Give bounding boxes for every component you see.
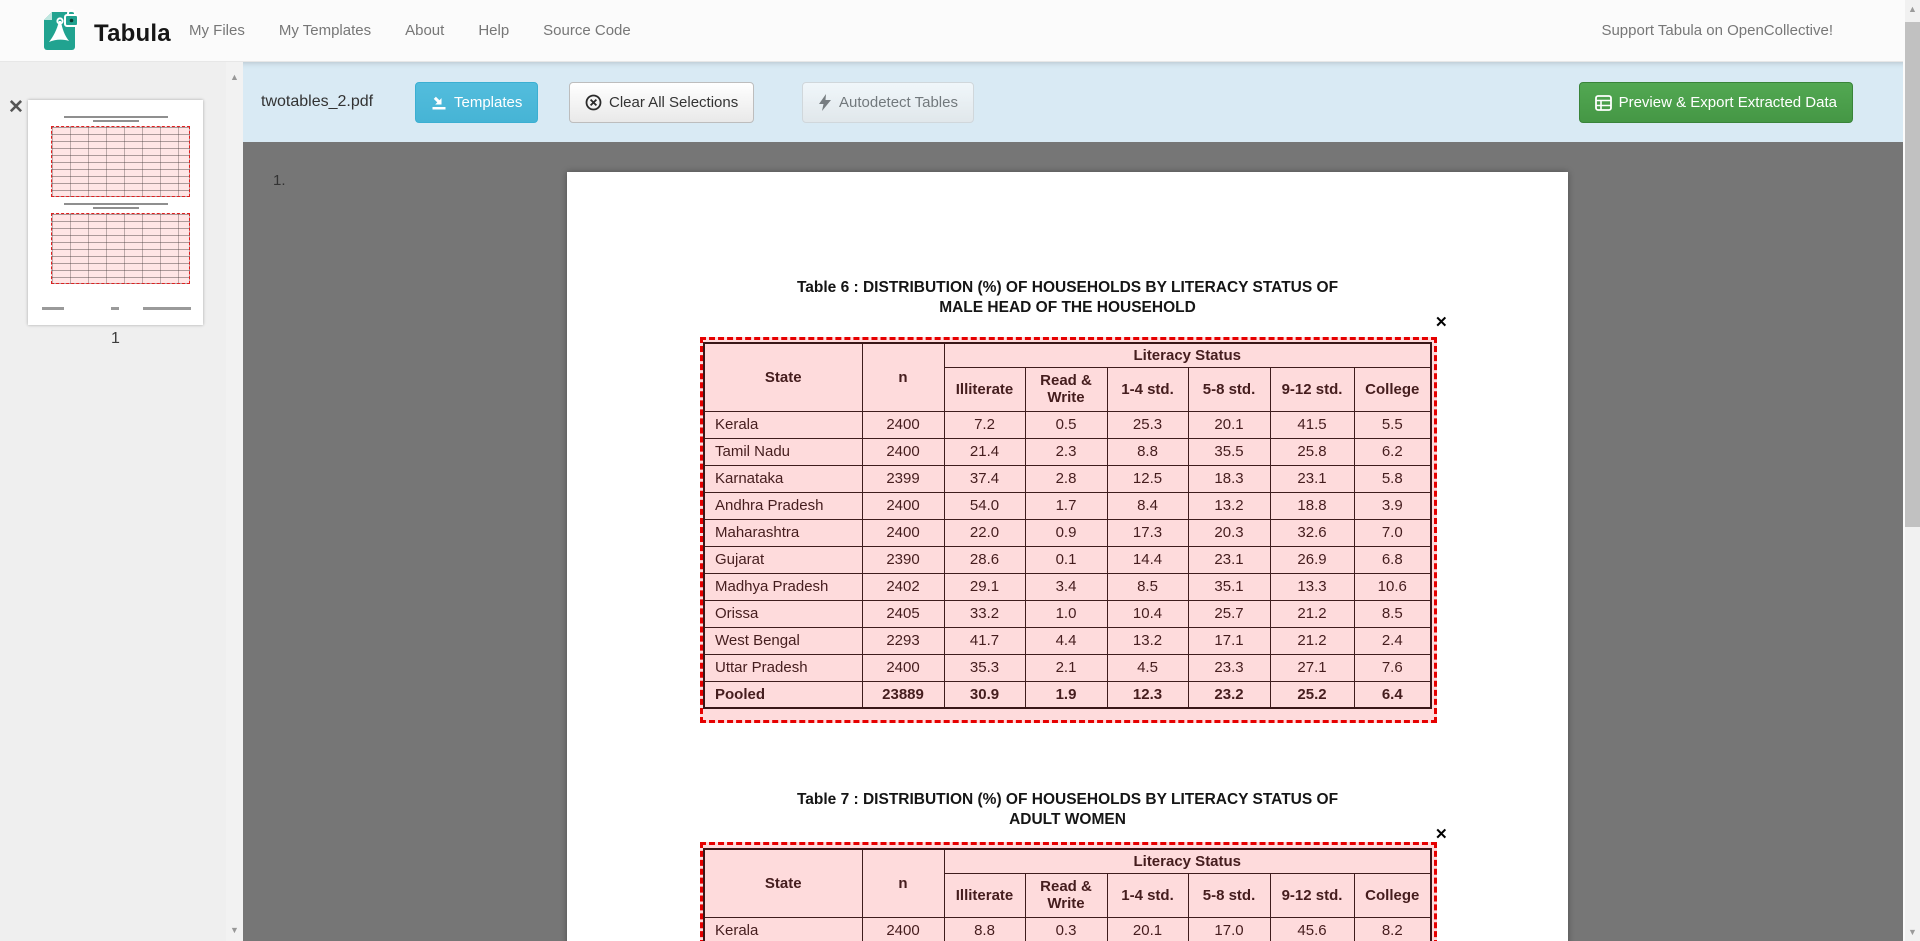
remove-page-icon[interactable]: ✕	[8, 98, 24, 117]
sidebar-scrollbar[interactable]: ▲ ▼	[226, 62, 243, 941]
page-number-marker: 1.	[273, 172, 286, 189]
pdf-viewer: 1. Table 6 : DISTRIBUTION (%) OF HOUSEHO…	[243, 142, 1903, 941]
scroll-down-icon[interactable]: ▼	[1905, 927, 1920, 937]
clear-all-selections-button[interactable]: Clear All Selections	[569, 82, 754, 123]
mini-footer-text	[111, 307, 119, 310]
templates-button[interactable]: Templates	[415, 82, 538, 123]
selection-box-table7[interactable]	[700, 842, 1437, 941]
window-scrollbar[interactable]: ▲ ▼	[1903, 0, 1920, 941]
selection-box-table6[interactable]	[700, 337, 1437, 723]
preview-export-button[interactable]: Preview & Export Extracted Data	[1579, 82, 1853, 123]
selection1-close-icon[interactable]: ✕	[1435, 315, 1448, 330]
pdf-page[interactable]: Table 6 : DISTRIBUTION (%) OF HOUSEHOLDS…	[567, 172, 1568, 941]
thumbnail-page-number: 1	[28, 330, 203, 348]
scroll-down-icon[interactable]: ▼	[226, 925, 243, 935]
autodetect-tables-label: Autodetect Tables	[839, 94, 958, 111]
selection2-close-icon[interactable]: ✕	[1435, 827, 1448, 842]
navbar: Tabula My Files My Templates About Help …	[0, 0, 1920, 62]
scrollbar-thumb[interactable]	[1905, 22, 1920, 527]
lightning-icon	[818, 94, 832, 111]
toolbar: twotables_2.pdf Templates	[243, 62, 1903, 142]
app-body: ✕ 1 ▲ ▼ twotables_2.pdf	[0, 62, 1920, 941]
content-area: twotables_2.pdf Templates	[243, 62, 1903, 941]
scroll-up-icon[interactable]: ▲	[226, 72, 243, 82]
save-template-icon	[431, 95, 447, 111]
table7-title: Table 7 : DISTRIBUTION (%) OF HOUSEHOLDS…	[567, 790, 1568, 830]
clear-all-selections-label: Clear All Selections	[609, 94, 738, 111]
brand-title: Tabula	[94, 20, 171, 48]
mini-footer-text	[143, 307, 191, 310]
scroll-up-icon[interactable]: ▲	[1905, 4, 1920, 14]
remove-circle-icon	[585, 94, 602, 111]
nav-help[interactable]: Help	[461, 0, 526, 62]
preview-export-label: Preview & Export Extracted Data	[1619, 94, 1837, 111]
table-list-icon	[1595, 95, 1612, 111]
mini-table-title	[28, 116, 203, 122]
mini-selection-box	[51, 126, 190, 197]
main-nav: My Files My Templates About Help Source …	[172, 0, 648, 62]
support-link[interactable]: Support Tabula on OpenCollective!	[1601, 0, 1833, 62]
mini-selection-box	[51, 213, 190, 284]
pdf-filename: twotables_2.pdf	[261, 62, 373, 142]
nav-about[interactable]: About	[388, 0, 461, 62]
app-window: Tabula My Files My Templates About Help …	[0, 0, 1920, 941]
autodetect-tables-button[interactable]: Autodetect Tables	[802, 82, 974, 123]
mini-footer-text	[42, 307, 64, 310]
templates-label: Templates	[454, 94, 522, 111]
nav-source-code[interactable]: Source Code	[526, 0, 648, 62]
page-thumbnail-sidebar: ✕ 1	[0, 62, 226, 941]
nav-my-templates[interactable]: My Templates	[262, 0, 388, 62]
page-thumbnail[interactable]	[28, 100, 203, 325]
table6-title: Table 6 : DISTRIBUTION (%) OF HOUSEHOLDS…	[567, 278, 1568, 318]
tabula-logo-icon	[38, 9, 84, 58]
mini-table-title	[28, 203, 203, 209]
nav-my-files[interactable]: My Files	[172, 0, 262, 62]
brand[interactable]: Tabula	[38, 9, 171, 58]
